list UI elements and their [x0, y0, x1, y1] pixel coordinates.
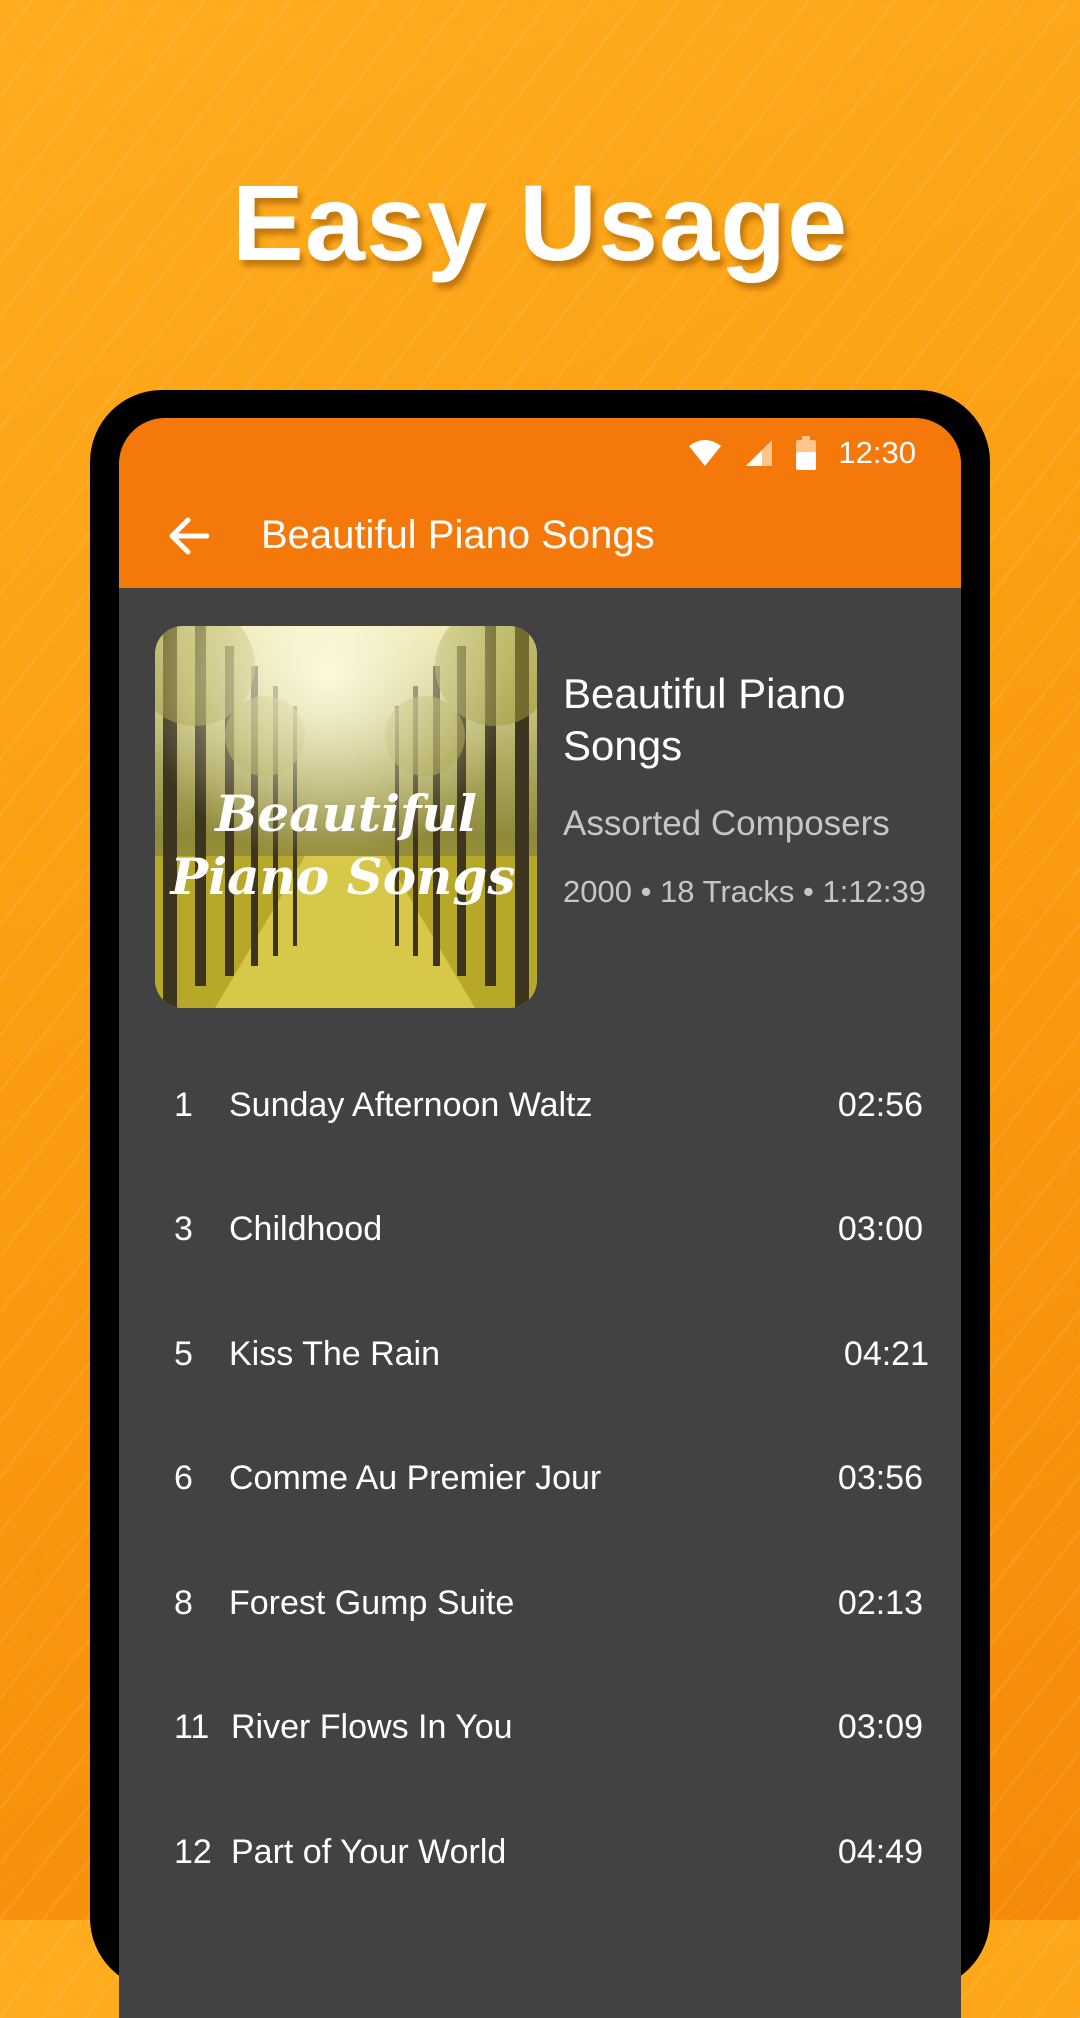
- app-bar: 12:30 Beautiful Piano Songs: [119, 418, 961, 588]
- track-row[interactable]: 11 River Flows In You 03:09: [119, 1666, 961, 1791]
- cell-signal-icon: [744, 438, 774, 468]
- track-duration: 04:21: [843, 1334, 929, 1373]
- track-row[interactable]: 1 Sunday Afternoon Waltz 02:56: [119, 1043, 961, 1168]
- track-row[interactable]: 3 Childhood 03:00: [119, 1168, 961, 1293]
- toolbar: Beautiful Piano Songs: [119, 483, 961, 588]
- album-meta: 2000 • 18 Tracks • 1:12:39: [563, 874, 926, 909]
- track-row[interactable]: 8 Forest Gump Suite 02:13: [119, 1541, 961, 1666]
- track-title: Comme Au Premier Jour: [229, 1459, 602, 1498]
- track-title: River Flows In You: [231, 1708, 513, 1747]
- cover-text-line2: Piano Songs: [168, 847, 515, 906]
- track-row[interactable]: 5 Kiss The Rain 04:21: [119, 1292, 961, 1417]
- track-title: Sunday Afternoon Waltz: [229, 1085, 593, 1124]
- headline: Easy Usage: [231, 162, 849, 283]
- track-row[interactable]: 12 Part of Your World 04:49: [119, 1790, 961, 1915]
- album-info: Beautiful Piano Songs Assorted Composers…: [563, 668, 933, 911]
- track-duration: 02:13: [837, 1583, 923, 1622]
- wifi-icon: [688, 438, 722, 468]
- status-bar: 12:30: [688, 428, 916, 478]
- album-title: Beautiful Piano Songs: [563, 670, 846, 769]
- album-artist: Assorted Composers: [563, 804, 890, 843]
- track-duration: 03:56: [837, 1459, 923, 1498]
- track-list: 1 Sunday Afternoon Waltz 02:56 3 Childho…: [119, 1043, 961, 1915]
- back-button[interactable]: [157, 505, 219, 567]
- app-screen: 12:30 Beautiful Piano Songs Beautiful Pi…: [119, 418, 961, 2018]
- track-number: 6: [174, 1459, 193, 1498]
- track-row[interactable]: 6 Comme Au Premier Jour 03:56: [119, 1417, 961, 1542]
- track-duration: 03:09: [837, 1708, 923, 1747]
- track-number: 12: [174, 1832, 212, 1871]
- status-time: 12:30: [838, 435, 916, 470]
- cover-text-line1: Beautiful: [213, 784, 477, 843]
- track-number: 5: [174, 1334, 193, 1373]
- track-title: Kiss The Rain: [229, 1334, 441, 1373]
- track-number: 3: [174, 1210, 193, 1249]
- track-number: 11: [174, 1708, 210, 1747]
- album-cover[interactable]: Beautiful Piano Songs: [155, 626, 537, 1008]
- track-title: Childhood: [229, 1210, 383, 1249]
- track-duration: 04:49: [837, 1832, 923, 1871]
- track-duration: 02:56: [837, 1085, 923, 1124]
- track-duration: 03:00: [837, 1210, 923, 1249]
- toolbar-title: Beautiful Piano Songs: [261, 513, 655, 557]
- track-title: Forest Gump Suite: [229, 1583, 515, 1622]
- battery-icon: [796, 436, 817, 470]
- phone-frame: 12:30 Beautiful Piano Songs Beautiful Pi…: [90, 390, 990, 2018]
- track-title: Part of Your World: [231, 1832, 507, 1871]
- arrow-left-icon: [169, 517, 209, 554]
- track-number: 1: [174, 1085, 193, 1124]
- track-number: 8: [174, 1583, 193, 1622]
